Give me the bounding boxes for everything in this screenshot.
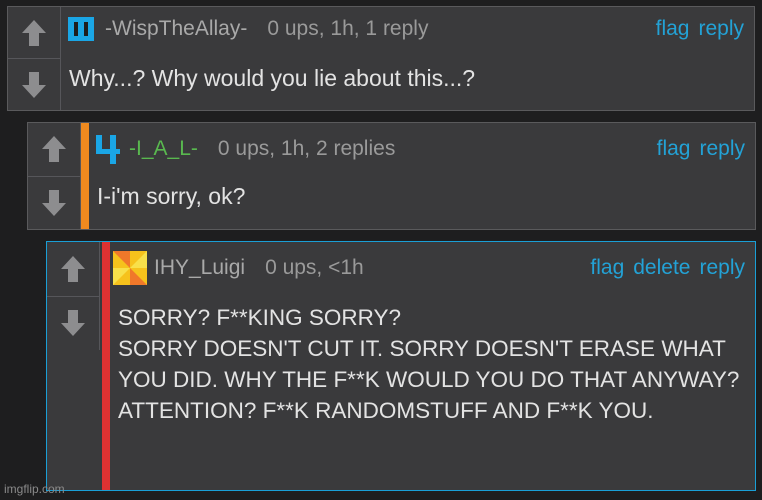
arrow-up-icon bbox=[22, 19, 46, 46]
avatar[interactable] bbox=[61, 12, 101, 46]
comment-actions: flag reply bbox=[656, 17, 744, 41]
vote-column bbox=[8, 7, 61, 110]
vote-column bbox=[28, 123, 81, 229]
downvote-button[interactable] bbox=[47, 295, 99, 351]
reply-accent-bar bbox=[81, 123, 89, 229]
username-link[interactable]: IHY_Luigi bbox=[154, 256, 245, 280]
reply-link[interactable]: reply bbox=[699, 256, 745, 280]
comment-header: -I_A_L- 0 ups, 1h, 2 replies flag reply bbox=[89, 123, 755, 175]
flag-link[interactable]: flag bbox=[656, 17, 690, 41]
comment: IHY_Luigi 0 ups, <1h flag delete reply S… bbox=[46, 241, 756, 491]
comment-text: Why...? Why would you lie about this...? bbox=[69, 65, 476, 91]
downvote-button[interactable] bbox=[8, 58, 60, 110]
reply-link[interactable]: reply bbox=[699, 137, 745, 161]
upvote-button[interactable] bbox=[28, 123, 80, 176]
arrow-up-icon bbox=[42, 136, 66, 163]
delete-link[interactable]: delete bbox=[633, 256, 690, 280]
pinwheel-icon bbox=[113, 251, 147, 285]
comment-meta: 0 ups, <1h bbox=[265, 256, 364, 279]
arrow-up-icon bbox=[61, 255, 85, 282]
upvote-button[interactable] bbox=[47, 242, 99, 296]
comment: -WispTheAllay- 0 ups, 1h, 1 reply flag r… bbox=[7, 6, 755, 111]
comment-header: -WispTheAllay- 0 ups, 1h, 1 reply flag r… bbox=[61, 7, 754, 51]
comment-meta: 0 ups, 1h, 1 reply bbox=[267, 17, 429, 40]
arrow-down-icon bbox=[42, 189, 66, 216]
arrow-down-icon bbox=[22, 71, 46, 98]
flag-link[interactable]: flag bbox=[590, 256, 624, 280]
upvote-button[interactable] bbox=[8, 7, 60, 58]
comment-text: SORRY? F**KING SORRY? SORRY DOESN'T CUT … bbox=[118, 305, 740, 423]
comment: -I_A_L- 0 ups, 1h, 2 replies flag reply … bbox=[27, 122, 756, 230]
comment-actions: flag reply bbox=[657, 137, 745, 161]
vote-column bbox=[47, 242, 100, 350]
downvote-button[interactable] bbox=[28, 175, 80, 230]
username-link[interactable]: -WispTheAllay- bbox=[105, 17, 247, 41]
comment-text: I-i'm sorry, ok? bbox=[97, 183, 246, 209]
avatar[interactable] bbox=[110, 251, 150, 285]
comment-body: -WispTheAllay- 0 ups, 1h, 1 reply flag r… bbox=[61, 7, 754, 110]
comment-actions: flag delete reply bbox=[590, 256, 745, 280]
arrow-down-icon bbox=[61, 310, 85, 337]
username-link[interactable]: -I_A_L- bbox=[129, 137, 198, 161]
comment-body: IHY_Luigi 0 ups, <1h flag delete reply S… bbox=[110, 242, 755, 490]
flag-link[interactable]: flag bbox=[657, 137, 691, 161]
comment-header: IHY_Luigi 0 ups, <1h flag delete reply bbox=[110, 242, 755, 294]
comment-body: -I_A_L- 0 ups, 1h, 2 replies flag reply … bbox=[89, 123, 755, 229]
avatar[interactable] bbox=[89, 132, 125, 166]
comment-meta: 0 ups, 1h, 2 replies bbox=[217, 137, 396, 160]
watermark: imgflip.com bbox=[4, 482, 65, 496]
pause-bars-icon bbox=[68, 17, 94, 41]
number-four-icon bbox=[96, 135, 120, 164]
reply-accent-bar bbox=[102, 242, 110, 490]
reply-link[interactable]: reply bbox=[698, 17, 744, 41]
